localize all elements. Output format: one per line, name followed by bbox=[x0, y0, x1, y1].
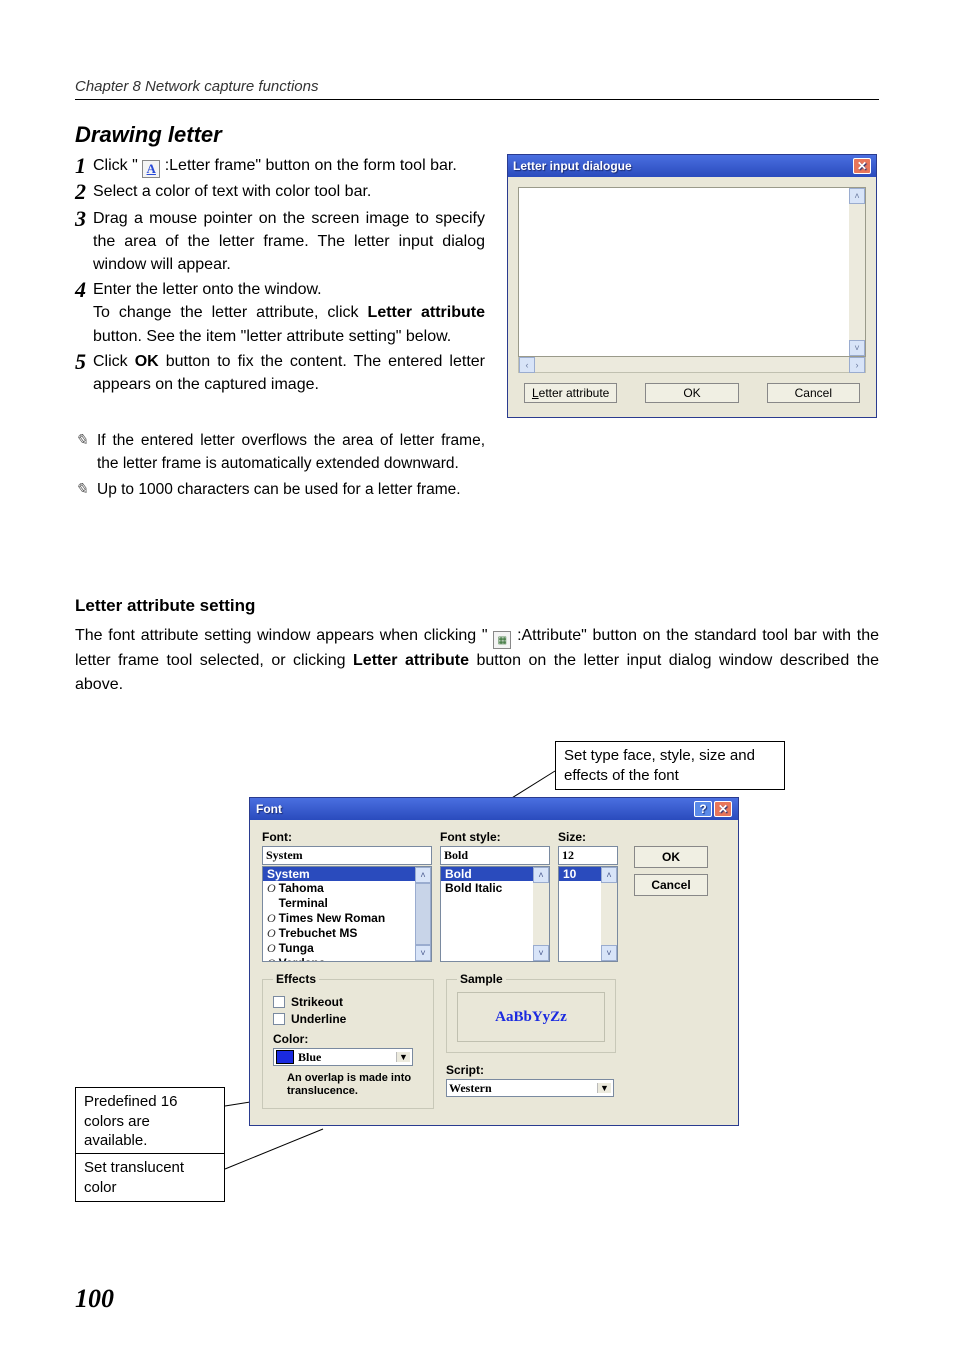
style-list-scrollbar[interactable]: ˄ ˅ bbox=[533, 867, 549, 961]
page-number: 100 bbox=[75, 1284, 114, 1314]
size-list-scrollbar[interactable]: ˄ ˅ bbox=[601, 867, 617, 961]
underline-checkbox[interactable]: Underline bbox=[273, 1012, 423, 1026]
overlap-note: An overlap is made into translucence. bbox=[273, 1072, 423, 1098]
font-style-field[interactable] bbox=[440, 846, 550, 865]
font-style-label: Font style: bbox=[440, 830, 550, 844]
step-4: 4 Enter the letter onto the window. To c… bbox=[75, 278, 485, 348]
cancel-button[interactable]: Cancel bbox=[767, 383, 860, 403]
vertical-scrollbar[interactable]: ˄ ˅ bbox=[849, 188, 865, 356]
letter-frame-icon: A bbox=[142, 160, 160, 178]
font-list-scrollbar[interactable]: ˄ ˅ bbox=[415, 867, 431, 961]
font-dialog: Font ? ✕ Font: System OTahoma OTerminal bbox=[249, 797, 739, 1126]
dialog-title: Letter input dialogue bbox=[513, 159, 632, 173]
color-label: Color: bbox=[273, 1032, 423, 1046]
size-label: Size: bbox=[558, 830, 618, 844]
script-label: Script: bbox=[446, 1063, 616, 1077]
dialog-titlebar: Letter input dialogue ✕ bbox=[508, 155, 876, 177]
note-2: ✎ Up to 1000 characters can be used for … bbox=[75, 479, 485, 501]
close-icon[interactable]: ✕ bbox=[714, 801, 732, 817]
attribute-paragraph: The font attribute setting window appear… bbox=[75, 624, 879, 698]
font-option[interactable]: OTerminal bbox=[263, 896, 431, 911]
font-option[interactable]: OTunga bbox=[263, 941, 431, 956]
font-option[interactable]: OTrebuchet MS bbox=[263, 926, 431, 941]
size-listbox[interactable]: 10 ˄ ˅ bbox=[558, 866, 618, 962]
scroll-up-icon[interactable]: ˄ bbox=[533, 867, 549, 883]
step-4b-post: button. See the item "letter attribute s… bbox=[93, 328, 451, 345]
font-option[interactable]: OTimes New Roman bbox=[263, 911, 431, 926]
ok-button[interactable]: OK bbox=[645, 383, 738, 403]
font-dialog-titlebar: Font ? ✕ bbox=[250, 798, 738, 820]
color-select[interactable]: Blue ▼ bbox=[273, 1048, 413, 1066]
font-style-listbox[interactable]: Bold Bold Italic ˄ ˅ bbox=[440, 866, 550, 962]
help-icon[interactable]: ? bbox=[694, 801, 712, 817]
sample-legend: Sample bbox=[457, 972, 506, 986]
ok-button[interactable]: OK bbox=[634, 846, 708, 868]
scroll-right-icon[interactable]: › bbox=[849, 357, 865, 373]
font-option[interactable]: OVerdana bbox=[263, 956, 431, 962]
scroll-left-icon[interactable]: ‹ bbox=[519, 357, 535, 373]
letter-attribute-button[interactable]: Letter attribute bbox=[524, 383, 617, 403]
pencil-icon: ✎ bbox=[75, 479, 89, 501]
letter-textarea[interactable]: ˄ ˅ bbox=[518, 187, 866, 357]
scroll-up-icon[interactable]: ˄ bbox=[601, 867, 617, 883]
cancel-button[interactable]: Cancel bbox=[634, 874, 708, 896]
subheading-letter-attribute: Letter attribute setting bbox=[75, 596, 879, 616]
scroll-down-icon[interactable]: ˅ bbox=[601, 945, 617, 961]
step-5: 5 Click OK button to fix the content. Th… bbox=[75, 350, 485, 396]
step-4a: Enter the letter onto the window. bbox=[93, 278, 485, 301]
font-dialog-title: Font bbox=[256, 802, 282, 816]
horizontal-scrollbar[interactable]: ‹ › bbox=[518, 357, 866, 373]
step-4b-bold: Letter attribute bbox=[368, 304, 485, 321]
strikeout-checkbox[interactable]: Strikeout bbox=[273, 995, 423, 1009]
font-option-selected[interactable]: System bbox=[263, 867, 431, 881]
close-icon[interactable]: ✕ bbox=[853, 158, 871, 174]
font-listbox[interactable]: System OTahoma OTerminal OTimes New Roma… bbox=[262, 866, 432, 962]
font-field[interactable] bbox=[262, 846, 432, 865]
font-label: Font: bbox=[262, 830, 432, 844]
step-1-text-b: :Letter frame" button on the form tool b… bbox=[165, 157, 457, 174]
chevron-down-icon: ▼ bbox=[597, 1083, 611, 1093]
scroll-up-icon[interactable]: ˄ bbox=[849, 188, 865, 204]
effects-legend: Effects bbox=[273, 972, 319, 986]
letter-input-dialog: Letter input dialogue ✕ ˄ ˅ ‹ › bbox=[507, 154, 877, 418]
font-option[interactable]: OTahoma bbox=[263, 881, 431, 896]
step-5-bold: OK bbox=[135, 353, 159, 370]
pencil-icon: ✎ bbox=[75, 430, 89, 475]
chevron-down-icon: ▼ bbox=[396, 1052, 410, 1062]
attribute-icon: ▦ bbox=[493, 631, 511, 649]
chapter-header: Chapter 8 Network capture functions bbox=[75, 78, 879, 100]
scroll-down-icon[interactable]: ˅ bbox=[849, 340, 865, 356]
step-4b-pre: To change the letter attribute, click bbox=[93, 304, 368, 321]
scroll-down-icon[interactable]: ˅ bbox=[415, 945, 431, 961]
script-select[interactable]: Western ▼ bbox=[446, 1079, 614, 1097]
section-title: Drawing letter bbox=[75, 122, 879, 148]
callout-translucent: Set translucent color bbox=[75, 1153, 225, 1202]
step-5-pre: Click bbox=[93, 353, 135, 370]
scroll-down-icon[interactable]: ˅ bbox=[533, 945, 549, 961]
step-3: 3 Drag a mouse pointer on the screen ima… bbox=[75, 207, 485, 277]
callout-colors: Predefined 16 colors are available. bbox=[75, 1087, 225, 1156]
step-1-text-a: Click " bbox=[93, 157, 138, 174]
scroll-up-icon[interactable]: ˄ bbox=[415, 867, 431, 883]
callout-typeface: Set type face, style, size and effects o… bbox=[555, 741, 785, 790]
step-1: 1 Click " A :Letter frame" button on the… bbox=[75, 154, 485, 178]
step-2: 2 Select a color of text with color tool… bbox=[75, 180, 485, 204]
sample-preview: AaBbYyZz bbox=[457, 992, 605, 1042]
note-1: ✎ If the entered letter overflows the ar… bbox=[75, 430, 485, 475]
size-field[interactable] bbox=[558, 846, 618, 865]
